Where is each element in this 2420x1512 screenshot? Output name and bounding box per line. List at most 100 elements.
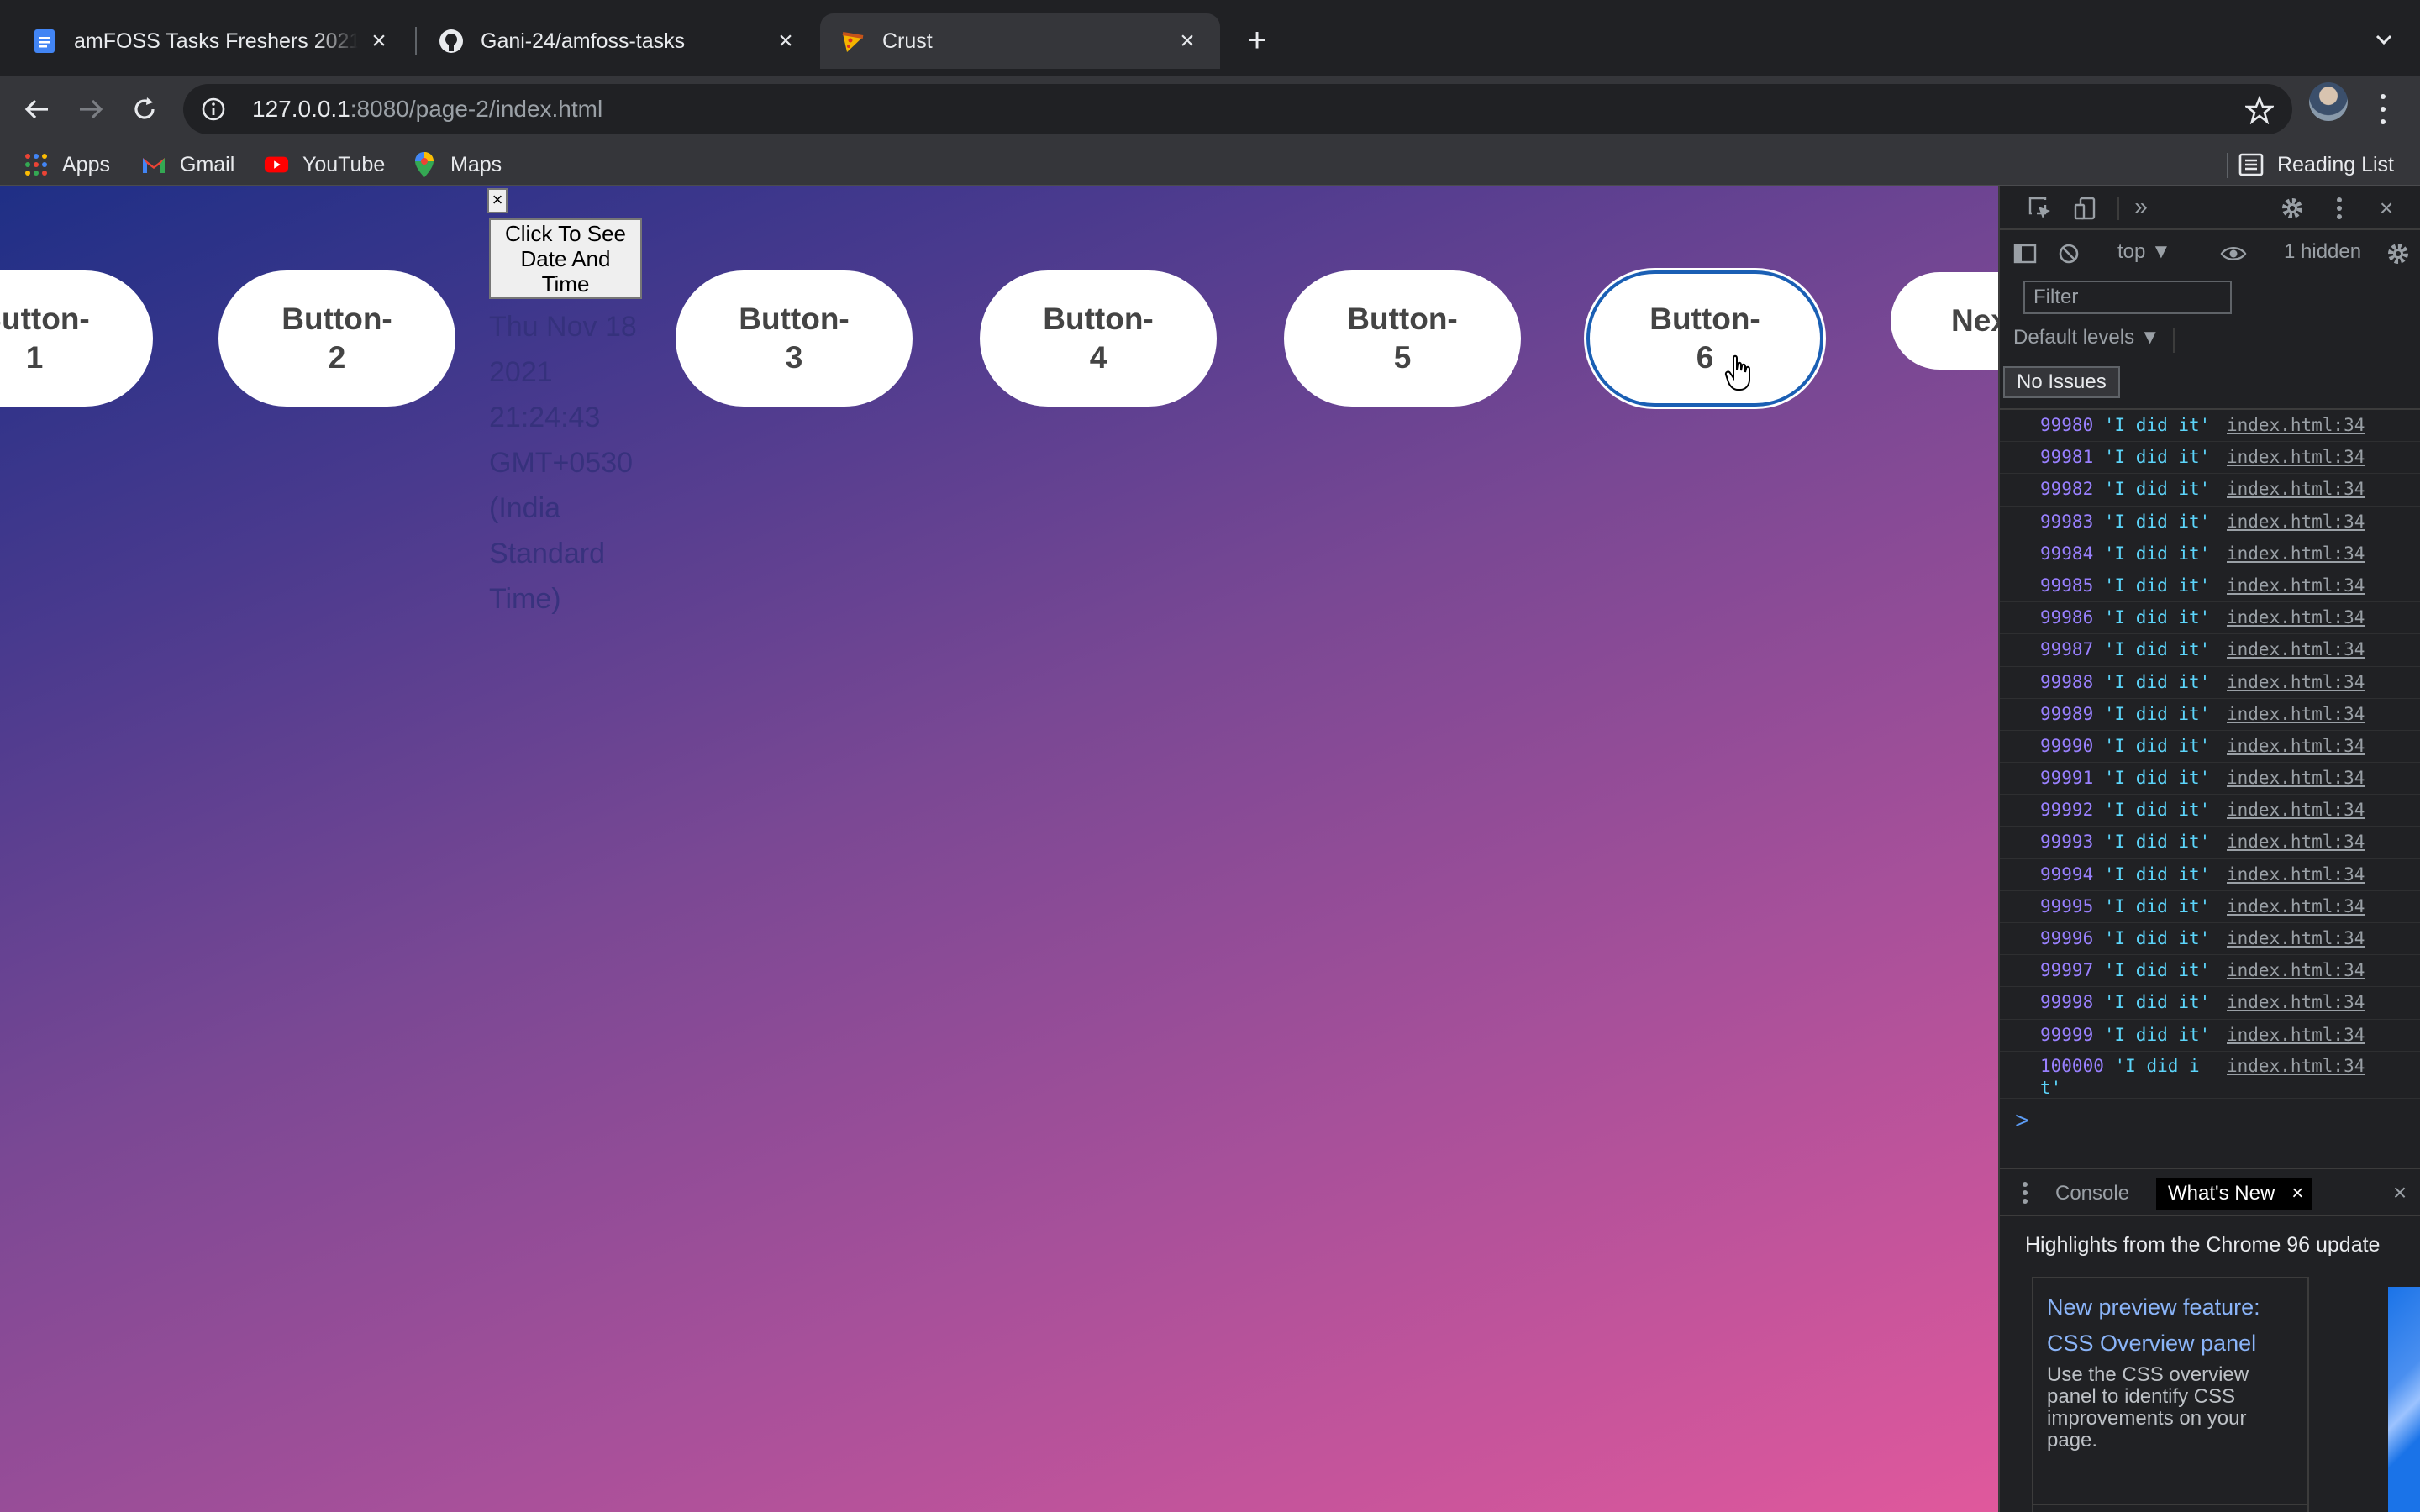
profile-avatar[interactable] <box>2309 82 2348 121</box>
inspect-element-icon[interactable] <box>2027 195 2054 222</box>
log-string: 'I did it' <box>2103 928 2211 948</box>
log-source-link[interactable]: index.html:34 <box>2227 474 2365 504</box>
log-source-link[interactable]: index.html:34 <box>2227 442 2365 472</box>
log-source-link[interactable]: index.html:34 <box>2227 1055 2365 1077</box>
next-button[interactable]: Nex <box>1891 272 1998 370</box>
gmail-icon <box>141 152 166 177</box>
log-source-link[interactable]: index.html:34 <box>2227 667 2365 697</box>
tab-strip: amFOSS Tasks Freshers 2021 - × Gani-24/a… <box>0 0 2420 76</box>
button-4[interactable]: Button- 4 <box>980 270 1217 407</box>
reading-list-icon <box>2238 152 2264 177</box>
tab-title: amFOSS Tasks Freshers 2021 - <box>74 29 358 53</box>
button-3[interactable]: Button- 3 <box>676 270 913 407</box>
log-message: 99986 'I did it' <box>2040 607 2210 627</box>
console-settings-icon[interactable] <box>2385 240 2412 267</box>
log-source-link[interactable]: index.html:34 <box>2227 859 2365 890</box>
log-source-link[interactable]: index.html:34 <box>2227 507 2365 537</box>
console-log-row: 99980 'I did it' index.html:34 <box>2000 410 2420 443</box>
close-devtools-icon[interactable]: × <box>2373 195 2400 222</box>
close-button[interactable]: × <box>487 188 508 213</box>
page-viewport: Button- 1 Button- 2 Button- 3 Button- 4 … <box>0 186 1998 1512</box>
button-6[interactable]: Button- 6 <box>1586 270 1823 407</box>
clear-console-icon[interactable] <box>2055 240 2082 267</box>
console-log-row: 99981 'I did it' index.html:34 <box>2000 442 2420 475</box>
console-log-row: 99985 'I did it' index.html:34 <box>2000 570 2420 603</box>
bookmark-gmail[interactable]: Gmail <box>141 150 234 180</box>
console-log-row: 99994 'I did it' index.html:34 <box>2000 859 2420 891</box>
console-prompt-row[interactable]: > <box>2000 1099 2420 1133</box>
devtools-settings-icon[interactable] <box>2279 195 2306 222</box>
feature-card[interactable]: New preview feature: CSS Overview panel … <box>2032 1277 2309 1512</box>
log-string: 'I did it' <box>2103 415 2211 435</box>
console-output[interactable]: 99980 'I did it' index.html:34 99981 'I di… <box>2000 408 2420 1144</box>
bookmark-youtube[interactable]: YouTube <box>264 150 385 180</box>
log-source-link[interactable]: index.html:34 <box>2227 923 2365 953</box>
back-button[interactable] <box>20 92 54 126</box>
tab-search-chevron-icon[interactable] <box>2370 25 2398 54</box>
issues-button[interactable]: No Issues <box>2003 366 2120 398</box>
reload-button[interactable] <box>128 92 161 126</box>
tab-crust[interactable]: Crust × <box>820 13 1220 69</box>
log-levels-dropdown[interactable]: Default levels ▼ <box>2013 326 2160 349</box>
bookmark-maps[interactable]: Maps <box>412 150 502 180</box>
button-5[interactable]: Button- 5 <box>1284 270 1521 407</box>
console-log-row: 99998 'I did it' index.html:34 <box>2000 987 2420 1020</box>
log-number: 99991 <box>2040 768 2094 789</box>
log-number: 99999 <box>2040 1024 2094 1045</box>
log-source-link[interactable]: index.html:34 <box>2227 795 2365 825</box>
log-source-link[interactable]: index.html:34 <box>2227 827 2365 857</box>
close-tab-icon[interactable]: × <box>1175 27 1200 55</box>
live-expression-eye-icon[interactable] <box>2220 240 2247 267</box>
drawer-menu-icon[interactable] <box>2012 1179 2039 1206</box>
bookmark-label: Maps <box>450 152 502 176</box>
site-info-icon[interactable] <box>200 96 227 123</box>
button-2[interactable]: Button- 2 <box>218 270 455 407</box>
reading-list-label: Reading List <box>2277 152 2394 176</box>
button-1[interactable]: Button- 1 <box>0 270 153 407</box>
log-source-link[interactable]: index.html:34 <box>2227 987 2365 1017</box>
log-source-link[interactable]: index.html:34 <box>2227 731 2365 761</box>
log-number: 99982 <box>2040 479 2094 500</box>
address-bar[interactable]: 127.0.0.1:8080/page-2/index.html <box>183 84 2292 134</box>
log-source-link[interactable]: index.html:34 <box>2227 955 2365 985</box>
tab-github-amfoss-tasks[interactable]: Gani-24/amfoss-tasks × <box>418 13 818 69</box>
bookmark-star-icon[interactable] <box>2244 95 2275 125</box>
close-tab-icon[interactable]: × <box>2291 1178 2303 1210</box>
drawer-tab-console[interactable]: Console <box>2044 1178 2141 1210</box>
feature-card-2[interactable]: Enable emulating <box>2032 1504 2309 1512</box>
log-source-link[interactable]: index.html:34 <box>2227 1020 2365 1050</box>
log-string: 'I did it' <box>2103 703 2211 724</box>
console-filter-input[interactable]: Filter <box>2023 281 2232 314</box>
log-source-link[interactable]: index.html:34 <box>2227 699 2365 729</box>
log-source-link[interactable]: index.html:34 <box>2227 570 2365 601</box>
reading-list-button[interactable]: Reading List <box>2238 150 2394 180</box>
context-selector[interactable]: top ▼ <box>2118 240 2171 264</box>
log-source-link[interactable]: index.html:34 <box>2227 602 2365 633</box>
device-toolbar-icon[interactable] <box>2072 195 2099 222</box>
devtools-menu-icon[interactable] <box>2326 195 2353 222</box>
drawer-tab-whats-new[interactable]: What's New × <box>2156 1178 2312 1210</box>
new-tab-button[interactable]: + <box>1240 24 1274 57</box>
log-source-link[interactable]: index.html:34 <box>2227 763 2365 793</box>
more-tabs-chevron-icon[interactable]: » <box>2128 193 2154 220</box>
log-source-link[interactable]: index.html:34 <box>2227 891 2365 921</box>
bookmark-apps[interactable]: Apps <box>24 150 110 180</box>
drawer-tab-bar: Console What's New × × <box>2000 1169 2420 1216</box>
close-tab-icon[interactable]: × <box>773 27 798 55</box>
close-tab-icon[interactable]: × <box>366 27 392 55</box>
show-date-time-button[interactable]: Click To See Date And Time <box>489 218 642 299</box>
devtools-main-toolbar: » × <box>2000 186 2420 230</box>
log-string: 'I did it' <box>2103 511 2211 532</box>
log-source-link[interactable]: index.html:34 <box>2227 538 2365 569</box>
log-message: 99988 'I did it' <box>2040 672 2210 692</box>
browser-menu-icon[interactable] <box>2375 91 2391 128</box>
tab-amfoss-tasks-doc[interactable]: amFOSS Tasks Freshers 2021 - × <box>12 13 412 69</box>
forward-button[interactable] <box>74 92 108 126</box>
sidebar-toggle-icon[interactable] <box>2012 240 2039 267</box>
log-message: 99987 'I did it' <box>2040 639 2210 659</box>
log-source-link[interactable]: index.html:34 <box>2227 634 2365 664</box>
close-drawer-icon[interactable]: × <box>2386 1179 2413 1206</box>
console-log-row: 99993 'I did it' index.html:34 <box>2000 827 2420 859</box>
log-source-link[interactable]: index.html:34 <box>2227 410 2365 440</box>
feature-title[interactable]: CSS Overview panel <box>2047 1324 2294 1362</box>
